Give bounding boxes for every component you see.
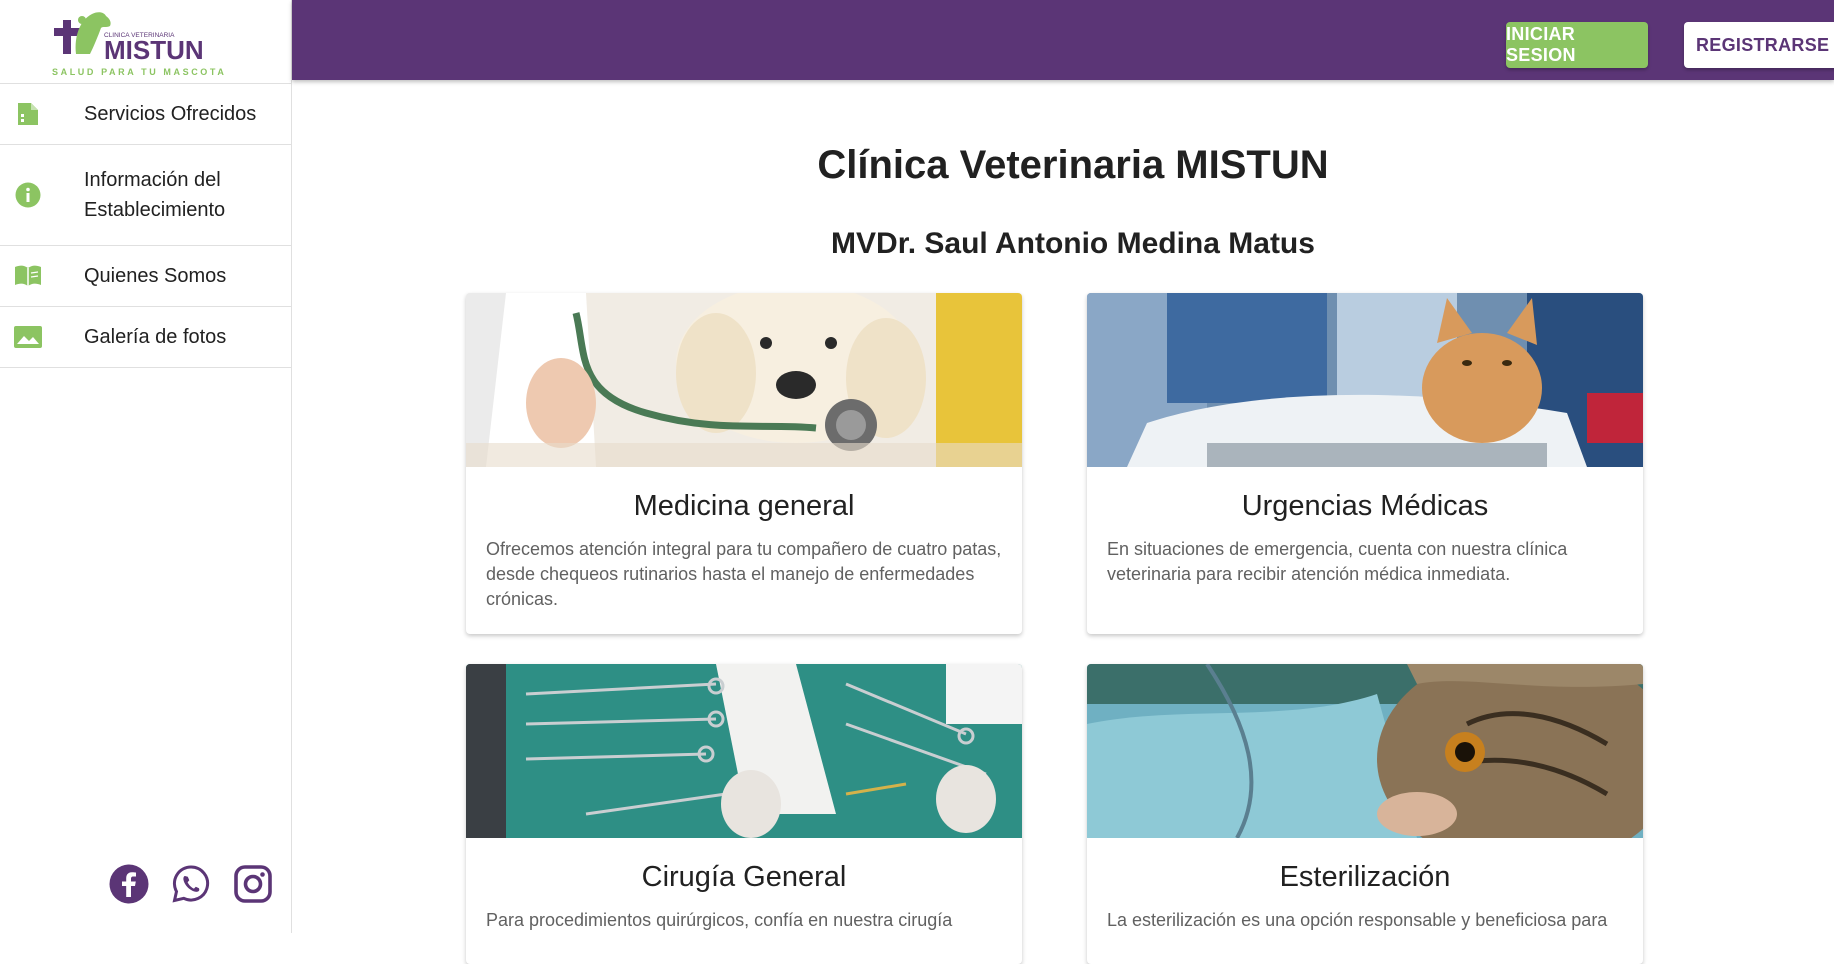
service-card-cirugia-general[interactable]: Cirugía General Para procedimientos quir…: [466, 664, 1022, 964]
card-description: Para procedimientos quirúrgicos, confía …: [486, 910, 953, 930]
service-card-medicina-general[interactable]: Medicina general Ofrecemos atención inte…: [466, 293, 1022, 634]
dog-with-stethoscope-image: [466, 293, 1022, 467]
sidebar: CLINICA VETERINARIA MISTUN SALUD PARA TU…: [0, 0, 292, 933]
brand-logo[interactable]: CLINICA VETERINARIA MISTUN SALUD PARA TU…: [0, 0, 291, 84]
login-button[interactable]: INICIAR SESION: [1506, 22, 1648, 68]
card-title: Urgencias Médicas: [1241, 490, 1489, 522]
page-title: Clínica Veterinaria MISTUN: [817, 143, 1329, 187]
book-icon: [14, 262, 42, 290]
whatsapp-icon[interactable]: [170, 863, 212, 905]
card-title: Cirugía General: [641, 861, 847, 893]
document-icon: [14, 100, 42, 128]
card-title: Esterilización: [1279, 861, 1451, 893]
facebook-icon[interactable]: [108, 863, 150, 905]
sidebar-item-servicios[interactable]: Servicios Ofrecidos: [0, 84, 291, 145]
sidebar-item-label: Información del Establecimiento: [84, 169, 226, 221]
service-card-esterilizacion[interactable]: Esterilización La esterilización es una …: [1087, 664, 1643, 964]
info-icon: [14, 181, 42, 209]
service-card-urgencias-medicas[interactable]: Urgencias Médicas En situaciones de emer…: [1087, 293, 1643, 634]
social-links: [108, 863, 274, 905]
card-description: En situaciones de emergencia, cuenta con…: [1107, 539, 1568, 584]
page-subtitle: MVDr. Saul Antonio Medina Matus: [831, 227, 1315, 260]
main-content: Clínica Veterinaria MISTUN MVDr. Saul An…: [292, 80, 1834, 964]
card-description: Ofrecemos atención integral para tu comp…: [486, 539, 1002, 609]
brand-tagline: SALUD PARA TU MASCOTA: [52, 67, 226, 77]
sidebar-item-label: Servicios Ofrecidos: [84, 103, 257, 125]
sidebar-item-label: Galería de fotos: [84, 326, 227, 348]
image-icon: [14, 323, 42, 351]
card-title: Medicina general: [633, 490, 855, 522]
sidebar-item-informacion[interactable]: Información del Establecimiento: [0, 145, 291, 246]
sidebar-item-galeria[interactable]: Galería de fotos: [0, 307, 291, 368]
sidebar-item-quienes-somos[interactable]: Quienes Somos: [0, 246, 291, 307]
sidebar-item-label: Quienes Somos: [84, 265, 227, 287]
instagram-icon[interactable]: [232, 863, 274, 905]
brand-name: MISTUN: [104, 35, 204, 65]
surgical-instruments-image: [466, 664, 1022, 838]
card-description: La esterilización es una opción responsa…: [1107, 910, 1608, 930]
top-app-bar: INICIAR SESION REGISTRARSE: [292, 0, 1834, 80]
cat-on-exam-table-image: [1087, 293, 1643, 467]
register-button[interactable]: REGISTRARSE: [1684, 22, 1834, 68]
cat-surgery-image: [1087, 664, 1643, 838]
